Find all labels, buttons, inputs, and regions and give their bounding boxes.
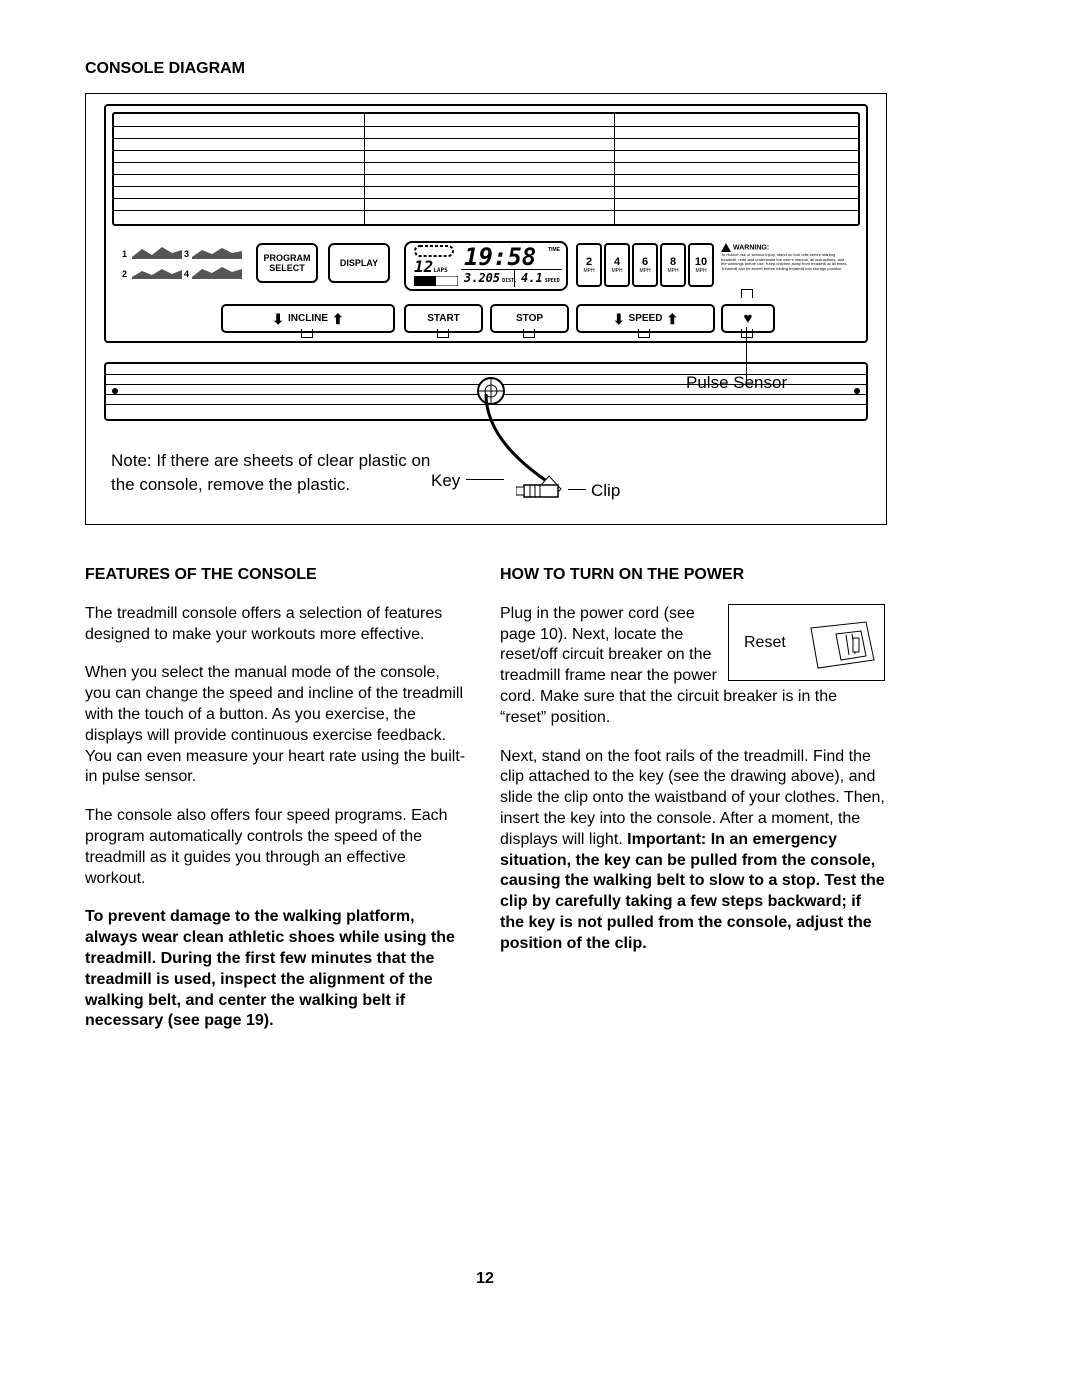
profile-icon (132, 265, 182, 279)
arrow-up-icon: ⬆ (332, 312, 344, 326)
arrow-down-icon: ⬇ (613, 312, 625, 326)
heart-icon: ♥ (744, 310, 753, 327)
reset-diagram: Reset (728, 604, 885, 681)
features-p4: To prevent damage to the walking platfor… (85, 907, 470, 1032)
power-p2: Next, stand on the foot rails of the tre… (500, 747, 885, 955)
power-column: HOW TO TURN ON THE POWER Reset Plug in t… (500, 565, 885, 1050)
reset-label: Reset (744, 633, 786, 654)
power-heading: HOW TO TURN ON THE POWER (500, 565, 885, 586)
clip-icon (516, 479, 566, 504)
speed-10-button[interactable]: 10MPH (688, 243, 714, 287)
warning-triangle-icon (721, 243, 731, 252)
pulse-sensor-label: Pulse Sensor (686, 373, 787, 393)
features-column: FEATURES OF THE CONSOLE The treadmill co… (85, 565, 470, 1050)
progress-icon (414, 276, 458, 286)
features-p3: The console also offers four speed progr… (85, 806, 470, 889)
display-button[interactable]: DISPLAY (328, 243, 390, 283)
track-icon (414, 245, 454, 257)
features-p2: When you select the manual mode of the c… (85, 663, 470, 788)
profile-icon (192, 265, 242, 279)
top-vent-panel (112, 112, 860, 226)
circuit-breaker-icon (806, 620, 876, 670)
profile-icon (132, 245, 182, 259)
program-profiles: 1 3 2 4 (122, 243, 246, 283)
clip-label: Clip (591, 481, 620, 501)
console-frame: 1 3 2 4 PROGRAM SELECT DISPLAY 12LAPS 19… (104, 104, 868, 343)
speed-8-button[interactable]: 8MPH (660, 243, 686, 287)
speed-2-button[interactable]: 2MPH (576, 243, 602, 287)
profile-icon (192, 245, 242, 259)
warning-label: WARNING: To reduce risk of serious injur… (721, 243, 849, 283)
page-number: 12 (85, 1270, 885, 1288)
program-select-button[interactable]: PROGRAM SELECT (256, 243, 318, 283)
features-p1: The treadmill console offers a selection… (85, 604, 470, 646)
console-diagram: 1 3 2 4 PROGRAM SELECT DISPLAY 12LAPS 19… (85, 93, 887, 525)
plastic-note: Note: If there are sheets of clear plast… (111, 449, 431, 497)
speed-6-button[interactable]: 6MPH (632, 243, 658, 287)
arrow-up-icon: ⬆ (666, 312, 678, 326)
speed-4-button[interactable]: 4MPH (604, 243, 630, 287)
lcd-display: 12LAPS 19:58 TIME 3.205DIST. 4.1SPEED (404, 241, 568, 291)
features-heading: FEATURES OF THE CONSOLE (85, 565, 470, 586)
key-label: Key (431, 471, 460, 491)
console-diagram-heading: CONSOLE DIAGRAM (85, 60, 995, 78)
arrow-down-icon: ⬇ (272, 312, 284, 326)
